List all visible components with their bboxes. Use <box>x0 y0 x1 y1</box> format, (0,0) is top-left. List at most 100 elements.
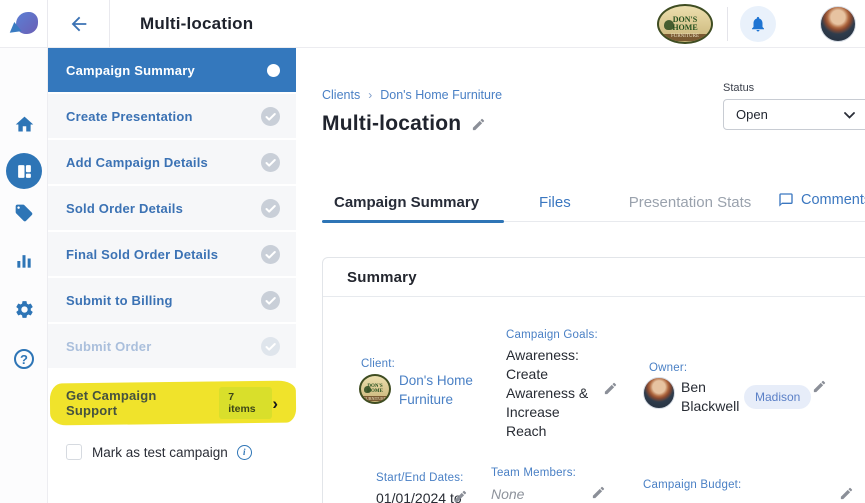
summary-card-header: Summary <box>323 258 865 297</box>
client-logo-tree <box>364 386 371 393</box>
tab-campaign-summary[interactable]: Campaign Summary <box>334 194 479 211</box>
client-thumbnail-logo: DON'S HOME FURNITURE <box>359 374 391 404</box>
owner-name: Ben Blackwell <box>681 378 747 416</box>
user-avatar[interactable] <box>820 6 856 42</box>
rail-tags-button[interactable] <box>0 203 48 223</box>
edit-goals-pencil-icon[interactable] <box>603 381 618 396</box>
campaign-goals-label: Campaign Goals: <box>506 329 598 341</box>
client-logo-ribbon: FURNITURE <box>661 34 709 41</box>
app-logo[interactable] <box>0 0 48 48</box>
tab-presentation-stats[interactable]: Presentation Stats <box>629 194 752 211</box>
bell-icon <box>749 15 767 33</box>
support-label: Get Campaign Support <box>66 388 207 418</box>
tab-comments[interactable]: Comments <box>778 192 865 208</box>
tab-files[interactable]: Files <box>539 194 571 211</box>
team-members-value: None <box>491 485 524 503</box>
topbar: Multi-location DON'S HOME FURNITURE <box>0 0 865 48</box>
sidebar-item-label: Sold Order Details <box>66 201 261 216</box>
status-label: Status <box>723 82 865 94</box>
client-logo-ribbon: FURNITURE <box>362 396 388 401</box>
sidebar-item-label: Campaign Summary <box>66 63 267 78</box>
campaign-steps-sidebar: Campaign Summary Create Presentation Add… <box>48 48 296 503</box>
topbar-right: DON'S HOME FURNITURE <box>657 4 865 44</box>
test-campaign-row: Mark as test campaign i <box>66 444 296 460</box>
check-circle-icon <box>261 291 280 310</box>
sidebar-item-final-sold-order-details[interactable]: Final Sold Order Details <box>48 232 296 276</box>
check-circle-icon <box>261 199 280 218</box>
owner-location-badge: Madison <box>744 385 811 409</box>
rail-dashboard-button[interactable] <box>6 153 42 189</box>
edit-dates-pencil-icon[interactable] <box>453 489 468 503</box>
support-items-badge: 7 items <box>219 387 272 419</box>
app-logo-triangle <box>8 21 21 33</box>
sidebar-item-campaign-summary[interactable]: Campaign Summary <box>48 48 296 92</box>
edit-team-pencil-icon[interactable] <box>591 485 606 500</box>
campaign-goals-value: Awareness: Create Awareness & Increase R… <box>506 346 600 441</box>
comment-bubble-icon <box>778 192 794 208</box>
dates-label: Start/End Dates: <box>376 472 464 484</box>
sidebar-item-get-campaign-support[interactable]: Get Campaign Support 7 items › <box>48 380 296 426</box>
help-icon: ? <box>14 349 34 369</box>
edit-budget-pencil-icon[interactable] <box>839 486 854 501</box>
sidebar-item-add-campaign-details[interactable]: Add Campaign Details <box>48 140 296 184</box>
rail-home-button[interactable] <box>0 114 48 135</box>
test-campaign-label: Mark as test campaign <box>92 445 228 460</box>
page-title-row: Multi-location <box>322 112 486 136</box>
edit-title-pencil-icon[interactable] <box>471 117 486 132</box>
status-select[interactable]: Open <box>723 99 865 130</box>
tab-comments-label: Comments <box>801 192 865 208</box>
page-title: Multi-location <box>322 112 461 136</box>
icon-rail: ? <box>0 48 48 503</box>
status-value: Open <box>736 107 768 122</box>
sidebar-item-label: Submit Order <box>66 339 261 354</box>
breadcrumb-separator: › <box>368 88 372 102</box>
client-logo-line2: HOME <box>672 24 697 32</box>
gear-icon <box>14 299 35 320</box>
tab-bar: Campaign Summary Files Presentation Stat… <box>322 183 865 222</box>
sidebar-item-sold-order-details[interactable]: Sold Order Details <box>48 186 296 230</box>
bar-chart-icon <box>14 251 34 271</box>
summary-card-title: Summary <box>347 269 417 286</box>
summary-card: Summary Client: DON'S HOME FURNITURE Don… <box>322 257 865 503</box>
app-root: Multi-location DON'S HOME FURNITURE <box>0 0 865 503</box>
check-circle-icon <box>261 153 280 172</box>
check-circle-icon <box>261 245 280 264</box>
rail-reports-button[interactable] <box>0 251 48 271</box>
sidebar-item-label: Create Presentation <box>66 109 261 124</box>
team-members-label: Team Members: <box>491 467 576 479</box>
breadcrumb: Clients › Don's Home Furniture <box>322 88 502 102</box>
breadcrumb-clients[interactable]: Clients <box>322 88 360 102</box>
sidebar-item-submit-order[interactable]: Submit Order <box>48 324 296 368</box>
info-icon[interactable]: i <box>237 445 252 460</box>
breadcrumb-client-name[interactable]: Don's Home Furniture <box>380 88 502 102</box>
active-tab-underline <box>322 220 504 223</box>
chevron-right-icon: › <box>272 395 278 412</box>
edit-owner-pencil-icon[interactable] <box>812 379 827 394</box>
sidebar-item-submit-to-billing[interactable]: Submit to Billing <box>48 278 296 322</box>
rail-help-button[interactable]: ? <box>0 349 48 369</box>
home-icon <box>14 114 35 135</box>
sidebar-item-label: Submit to Billing <box>66 293 261 308</box>
rail-settings-button[interactable] <box>0 299 48 320</box>
owner-avatar <box>643 377 675 409</box>
client-value[interactable]: Don's Home Furniture <box>399 371 479 409</box>
back-button[interactable] <box>48 0 110 48</box>
status-block: Status Open <box>723 82 865 130</box>
client-label: Client: <box>361 358 395 370</box>
back-arrow-icon <box>68 13 90 35</box>
dates-value: 01/01/2024 to <box>376 489 462 503</box>
notifications-button[interactable] <box>740 6 776 42</box>
campaign-budget-label: Campaign Budget: <box>643 479 741 491</box>
active-step-dot <box>267 64 280 77</box>
client-logo: DON'S HOME FURNITURE <box>657 4 713 44</box>
sidebar-item-create-presentation[interactable]: Create Presentation <box>48 94 296 138</box>
test-campaign-checkbox[interactable] <box>66 444 82 460</box>
check-circle-icon <box>261 107 280 126</box>
check-circle-icon <box>261 337 280 356</box>
tag-icon <box>14 203 34 223</box>
topbar-title: Multi-location <box>140 14 253 34</box>
client-logo-tree <box>664 20 674 30</box>
sidebar-item-label: Add Campaign Details <box>66 155 261 170</box>
dashboard-icon <box>16 163 33 180</box>
topbar-divider <box>727 7 728 41</box>
